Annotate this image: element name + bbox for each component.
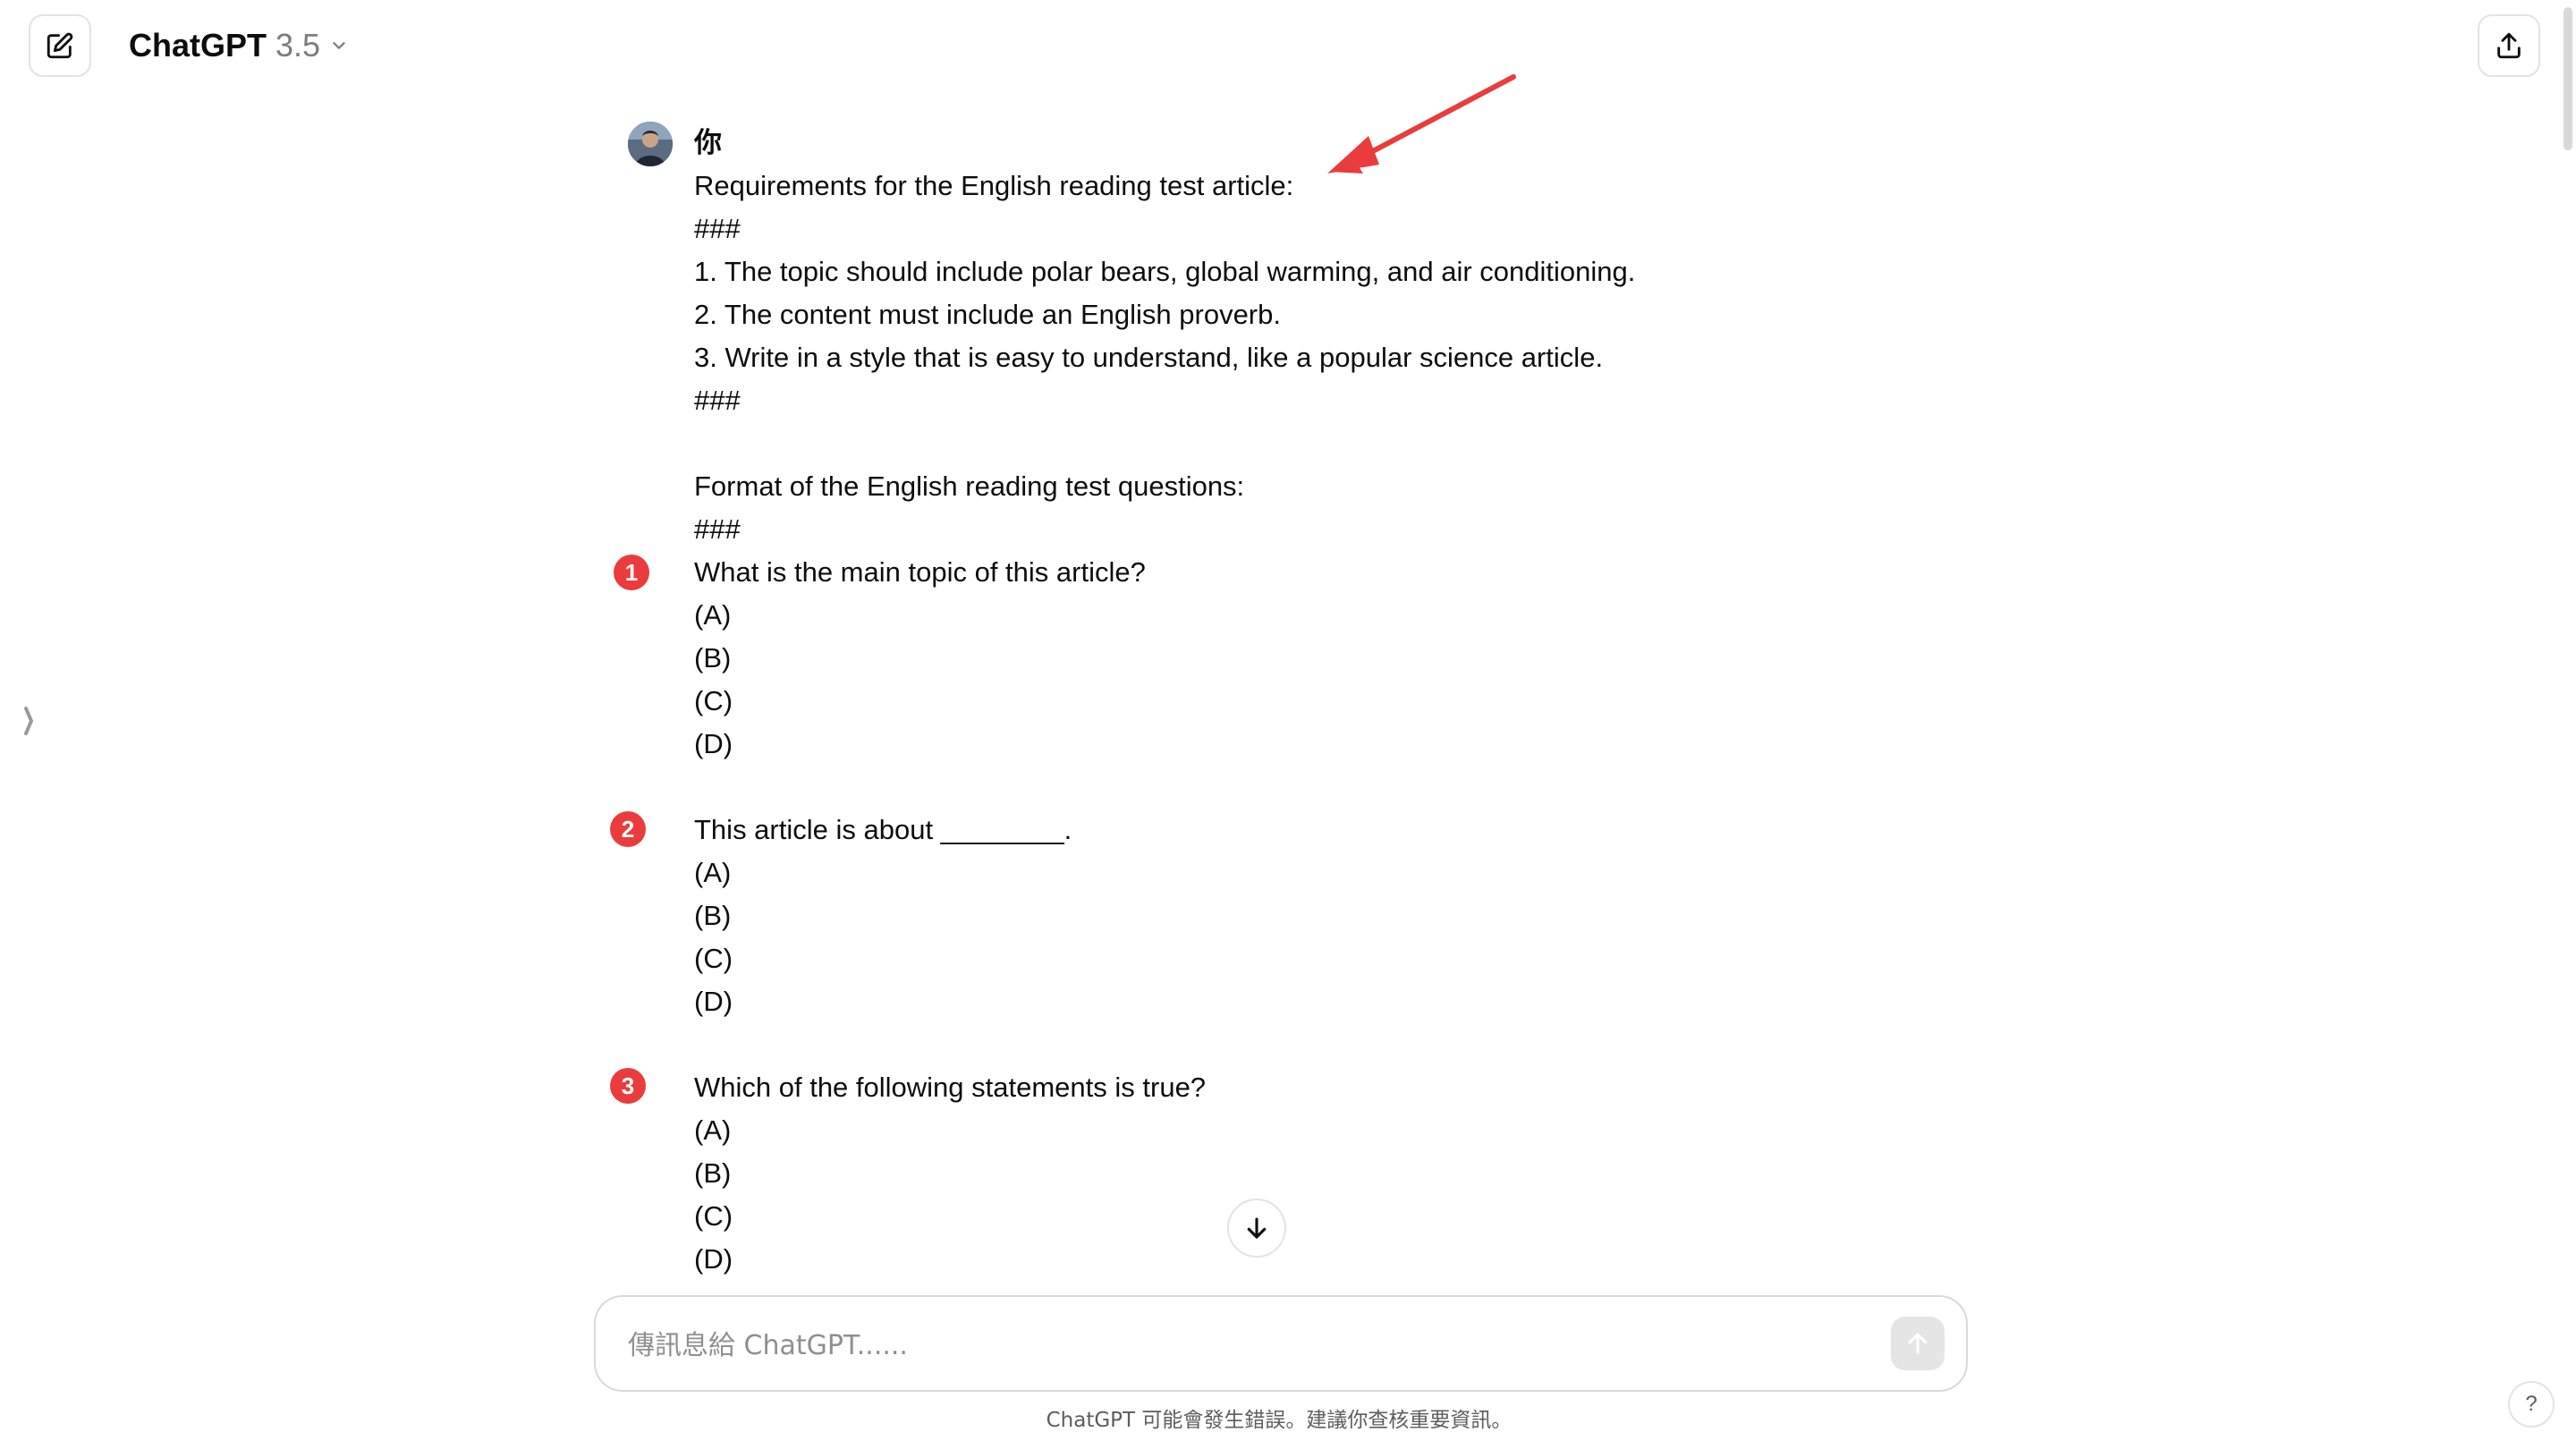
message-line: ### [694, 385, 741, 416]
share-icon [2497, 32, 2521, 59]
disclaimer-text: ChatGPT 可能會發生錯誤。建議你查核重要資訊。 [1046, 1409, 1513, 1432]
message-line: (D) [694, 986, 733, 1017]
sidebar-toggle-button[interactable] [18, 703, 39, 739]
message-line: What is the main topic of this article? [694, 556, 1146, 588]
message-line: (C) [694, 1200, 733, 1232]
message-input[interactable] [626, 1318, 1846, 1372]
chat-page: ChatGPT 3.5 你 Requirements for the Engli… [0, 0, 2576, 1449]
avatar [628, 122, 673, 166]
message-line: 3. Write in a style that is easy to unde… [694, 342, 1604, 373]
message-line: 1. The topic should include polar bears,… [694, 256, 1636, 287]
message-line: 2. The content must include an English p… [694, 299, 1281, 330]
message-line: (B) [694, 642, 732, 674]
message-line: ### [694, 513, 741, 545]
message-composer [594, 1295, 1968, 1392]
sidebar-toggle-icon [24, 707, 34, 735]
edit-icon [47, 32, 73, 59]
arrow-down-icon [1247, 1217, 1267, 1239]
user-message: Requirements for the English reading tes… [694, 165, 1750, 1281]
send-button[interactable] [1891, 1317, 1945, 1370]
message-line: (A) [694, 857, 732, 888]
chevron-down-icon [333, 42, 345, 49]
message-line: Which of the following statements is tru… [694, 1072, 1207, 1103]
scrollbar[interactable] [2560, 0, 2576, 1306]
message-line [694, 422, 1750, 465]
help-label: ? [2525, 1392, 2538, 1416]
message-line: (B) [694, 1157, 732, 1189]
annotation-marker-2: 2 [610, 811, 646, 847]
user-avatar-icon [628, 122, 673, 166]
annotation-marker-3: 3 [610, 1068, 646, 1104]
message-line: Format of the English reading test quest… [694, 470, 1245, 502]
message-line: (B) [694, 900, 732, 931]
arrow-up-icon [1908, 1333, 1928, 1354]
share-button[interactable] [2478, 14, 2540, 77]
annotation-marker-1: 1 [614, 555, 649, 590]
message-line: (A) [694, 599, 732, 631]
message-line: (D) [694, 728, 733, 759]
message-line: (C) [694, 943, 733, 974]
message-line: This article is about ________. [694, 814, 1072, 845]
scroll-to-bottom-button[interactable] [1227, 1199, 1286, 1258]
message-line: (D) [694, 1243, 733, 1275]
model-name: ChatGPT [129, 27, 267, 64]
scrollbar-thumb[interactable] [2563, 7, 2572, 150]
message-line: (C) [694, 685, 733, 716]
message-line [694, 766, 1750, 809]
message-author: 你 [694, 127, 722, 158]
annotation-arrow-icon [1327, 74, 1516, 174]
new-chat-button[interactable] [29, 14, 91, 77]
model-version: 3.5 [275, 27, 321, 64]
help-button[interactable]: ? [2508, 1381, 2555, 1428]
message-line: ### [694, 213, 741, 244]
message-line: Requirements for the English reading tes… [694, 170, 1294, 201]
message-line [694, 1023, 1750, 1066]
model-selector[interactable]: ChatGPT 3.5 [129, 23, 349, 68]
message-line: (A) [694, 1114, 732, 1146]
